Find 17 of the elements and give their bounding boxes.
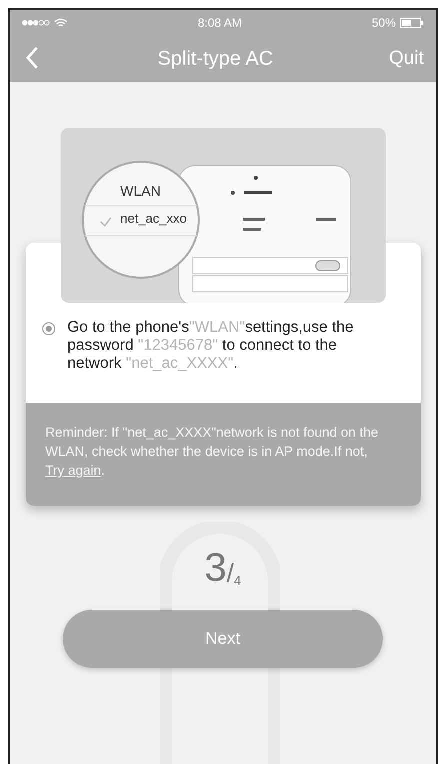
status-time: 8:08 AM (198, 16, 242, 30)
wifi-icon (54, 18, 68, 28)
try-again-link[interactable]: Try again (46, 463, 102, 478)
magnifier-wlan-label: WLAN (120, 183, 161, 199)
quit-button[interactable]: Quit (389, 48, 424, 70)
next-button[interactable]: Next (63, 610, 383, 668)
step-separator: / (226, 558, 234, 588)
step-total: 4 (234, 574, 242, 588)
step-current: 3 (204, 548, 227, 588)
battery-icon (400, 18, 424, 28)
radio-icon[interactable] (42, 322, 56, 336)
magnifier-network-label: net_ac_xxo (120, 211, 187, 226)
instruction-text: Go to the phone's"WLAN"settings,use the password "12345678" to connect to the network "net_ac_XXXX". (68, 319, 355, 373)
battery-percent: 50% (372, 16, 396, 30)
reminder-text: Reminder: If "net_ac_XXXX"network is not found on the WLAN, check whether the device is in AP mode.If not, Try again. (46, 424, 380, 480)
screen-title: Split-type AC (156, 48, 274, 70)
signal-icon (22, 20, 50, 26)
